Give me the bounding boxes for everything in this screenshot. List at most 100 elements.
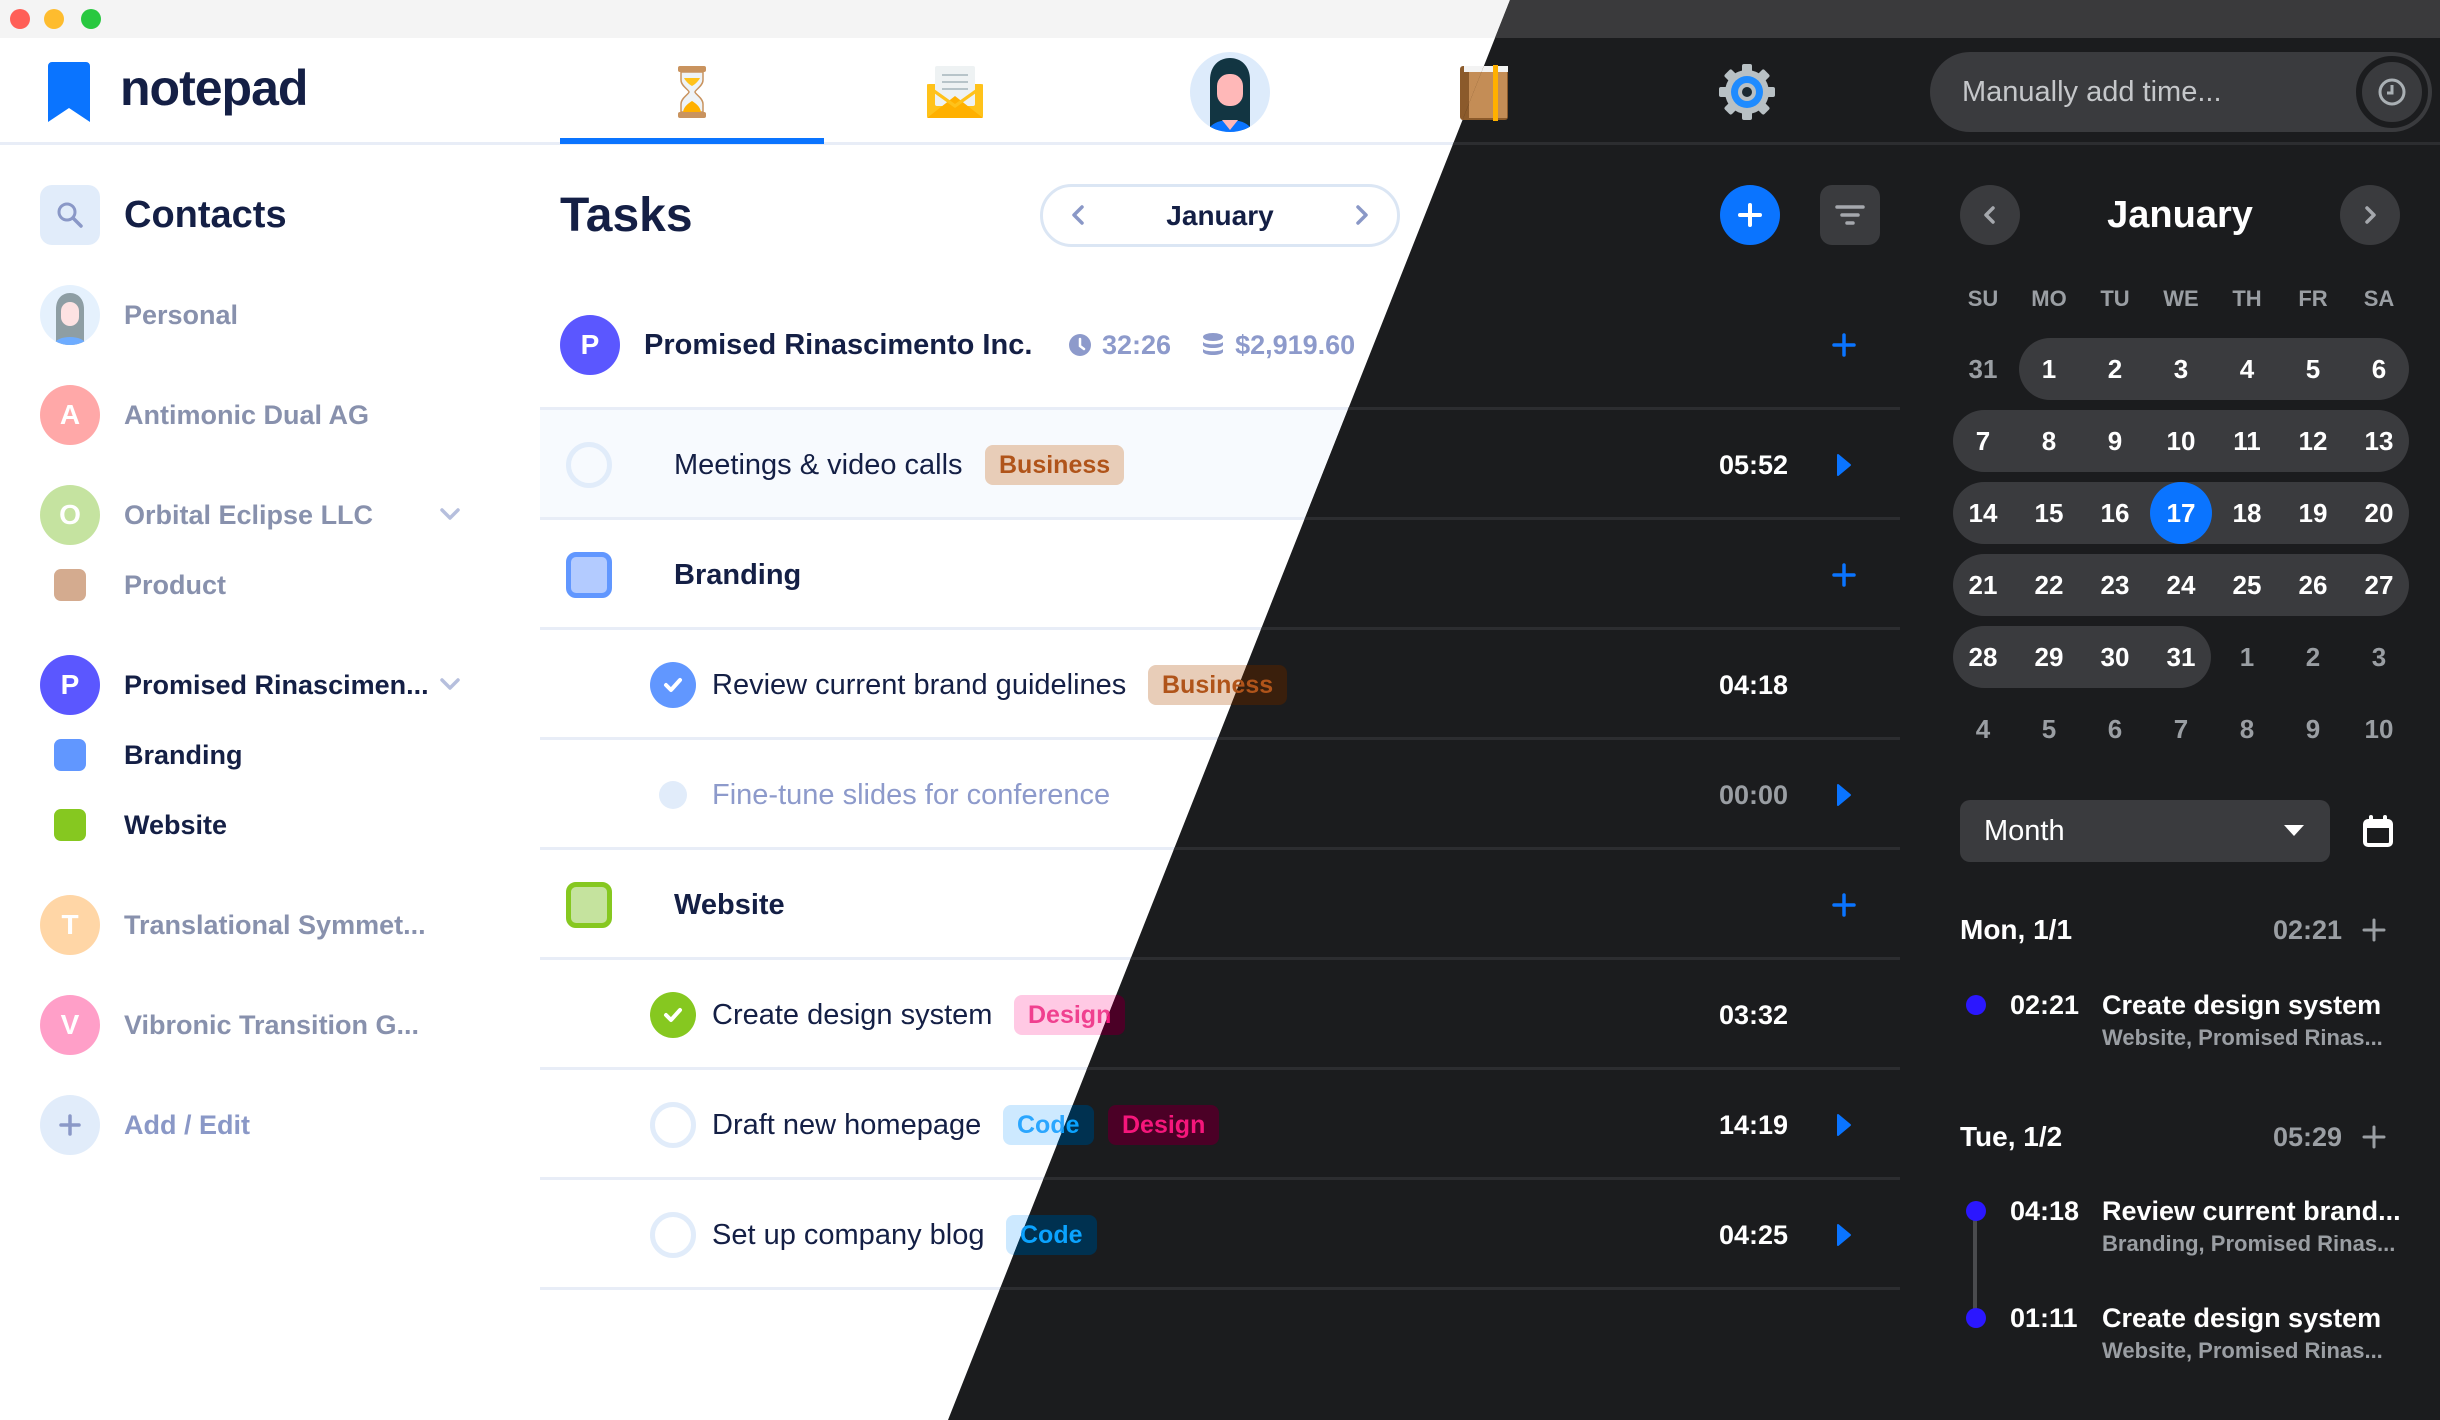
search-button[interactable] (40, 185, 100, 245)
calendar-day[interactable]: 21 (1950, 554, 2016, 616)
calendar-day[interactable]: 31 (1950, 338, 2016, 400)
add-to-client-icon[interactable] (1832, 333, 1856, 357)
calendar-day[interactable]: 4 (1950, 698, 2016, 760)
calendar-day[interactable]: 28 (1950, 626, 2016, 688)
project-color-checkbox[interactable] (566, 552, 612, 598)
task-checkbox[interactable] (650, 1102, 696, 1148)
add-time-entry-icon[interactable] (2362, 918, 2386, 942)
tab-settings[interactable] (1717, 62, 1777, 122)
calendar-icon[interactable] (2362, 815, 2394, 847)
calendar-day[interactable]: 26 (2280, 554, 2346, 616)
calendar-day[interactable]: 4 (2214, 338, 2280, 400)
calendar-day[interactable]: 1 (2016, 338, 2082, 400)
add-task-to-project-icon[interactable] (1832, 893, 1856, 917)
sidebar-item[interactable]: Website (40, 795, 480, 855)
calendar-day[interactable]: 30 (2082, 626, 2148, 688)
calendar-day[interactable]: 19 (2280, 482, 2346, 544)
calendar-day[interactable]: 16 (2082, 482, 2148, 544)
chevron-right-icon[interactable] (1349, 203, 1373, 227)
calendar-day[interactable]: 3 (2346, 626, 2412, 688)
calendar-day[interactable]: 12 (2280, 410, 2346, 472)
calendar-day[interactable]: 3 (2148, 338, 2214, 400)
sidebar-item[interactable]: Personal (40, 285, 480, 345)
calendar-day[interactable]: 25 (2214, 554, 2280, 616)
calendar-day[interactable]: 23 (2082, 554, 2148, 616)
add-task-button[interactable] (1720, 185, 1780, 245)
play-icon[interactable] (1836, 1113, 1852, 1137)
calendar-day[interactable]: 13 (2346, 410, 2412, 472)
add-task-to-project-icon[interactable] (1832, 563, 1856, 587)
task-checkbox[interactable] (566, 442, 612, 488)
calendar-day-number: 5 (2305, 354, 2321, 384)
add-time-entry-icon[interactable] (2362, 1125, 2386, 1149)
sidebar-item[interactable]: A Antimonic Dual AG (40, 385, 480, 445)
calendar-day-selected[interactable]: 17 (2148, 482, 2214, 544)
play-icon[interactable] (1836, 783, 1852, 807)
calendar-day[interactable]: 22 (2016, 554, 2082, 616)
calendar-day-number: 3 (2173, 354, 2189, 384)
tag-design[interactable]: Design (1108, 1105, 1220, 1145)
project-name: Branding (674, 559, 802, 591)
calendar-prev-button[interactable] (1960, 185, 2020, 245)
time-entry[interactable]: 02:21 Create design system Website, Promis… (1960, 985, 2410, 1065)
close-window-button[interactable] (10, 9, 30, 29)
calendar-day[interactable]: 2 (2280, 626, 2346, 688)
tab-time-tracking[interactable] (662, 62, 722, 122)
sidebar-item[interactable]: Add / Edit (40, 1095, 480, 1155)
calendar-day[interactable]: 10 (2346, 698, 2412, 760)
chevron-down-icon[interactable] (440, 507, 460, 523)
maximize-window-button[interactable] (81, 9, 101, 29)
calendar-day[interactable]: 18 (2214, 482, 2280, 544)
calendar-day[interactable]: 7 (1950, 410, 2016, 472)
sidebar-item[interactable]: Branding (40, 725, 480, 785)
tab-mail[interactable] (925, 62, 985, 122)
calendar-day[interactable]: 1 (2214, 626, 2280, 688)
calendar-day[interactable]: 5 (2016, 698, 2082, 760)
calendar-day[interactable]: 14 (1950, 482, 2016, 544)
calendar-day[interactable]: 9 (2082, 410, 2148, 472)
calendar-day[interactable]: 6 (2082, 698, 2148, 760)
calendar-day[interactable]: 29 (2016, 626, 2082, 688)
calendar-day[interactable]: 7 (2148, 698, 2214, 760)
clock-button[interactable] (2356, 56, 2428, 128)
filter-button[interactable] (1820, 185, 1880, 245)
calendar-day[interactable]: 11 (2214, 410, 2280, 472)
task-checkbox[interactable] (659, 781, 687, 809)
sidebar-item[interactable]: P Promised Rinascimen... (40, 655, 480, 715)
calendar-day[interactable]: 2 (2082, 338, 2148, 400)
calendar-day[interactable]: 10 (2148, 410, 2214, 472)
play-icon[interactable] (1836, 453, 1852, 477)
calendar-day[interactable]: 15 (2016, 482, 2082, 544)
manual-time-input[interactable]: Manually add time... (1930, 52, 2432, 132)
task-checkbox[interactable] (650, 1212, 696, 1258)
calendar-next-button[interactable] (2340, 185, 2400, 245)
task-checkbox-checked[interactable] (650, 992, 696, 1038)
calendar-day[interactable]: 9 (2280, 698, 2346, 760)
tag-business[interactable]: Business (985, 445, 1125, 485)
task-checkbox-checked[interactable] (650, 662, 696, 708)
calendar-day[interactable]: 27 (2346, 554, 2412, 616)
sidebar-item[interactable]: Product (40, 555, 480, 615)
calendar-day[interactable]: 8 (2214, 698, 2280, 760)
calendar-day[interactable]: 5 (2280, 338, 2346, 400)
calendar-day[interactable]: 8 (2016, 410, 2082, 472)
tab-contacts[interactable] (1188, 50, 1272, 134)
sidebar-item[interactable]: T Translational Symmet... (40, 895, 480, 955)
time-entry[interactable]: 04:18 Review current brand... Branding, Pr… (1960, 1191, 2410, 1271)
calendar-day[interactable]: 6 (2346, 338, 2412, 400)
entry-context: Website, Promised Rinas... (2102, 1338, 2383, 1363)
sidebar-item[interactable]: V Vibronic Transition G... (40, 995, 480, 1055)
play-icon[interactable] (1836, 1223, 1852, 1247)
chevron-right-icon (2365, 206, 2376, 224)
view-mode-select[interactable]: Month (1960, 800, 2330, 862)
add-contact-button[interactable] (40, 1095, 100, 1155)
time-entry[interactable]: 01:11 Create design system Website, Promis… (1960, 1298, 2410, 1378)
project-color-checkbox[interactable] (566, 882, 612, 928)
calendar-day[interactable]: 20 (2346, 482, 2412, 544)
calendar-day[interactable]: 24 (2148, 554, 2214, 616)
minimize-window-button[interactable] (44, 9, 64, 29)
sidebar-item[interactable]: O Orbital Eclipse LLC (40, 485, 480, 545)
calendar-day[interactable]: 31 (2148, 626, 2214, 688)
entry-context: Branding, Promised Rinas... (2102, 1231, 2396, 1256)
chevron-down-icon[interactable] (440, 677, 460, 693)
